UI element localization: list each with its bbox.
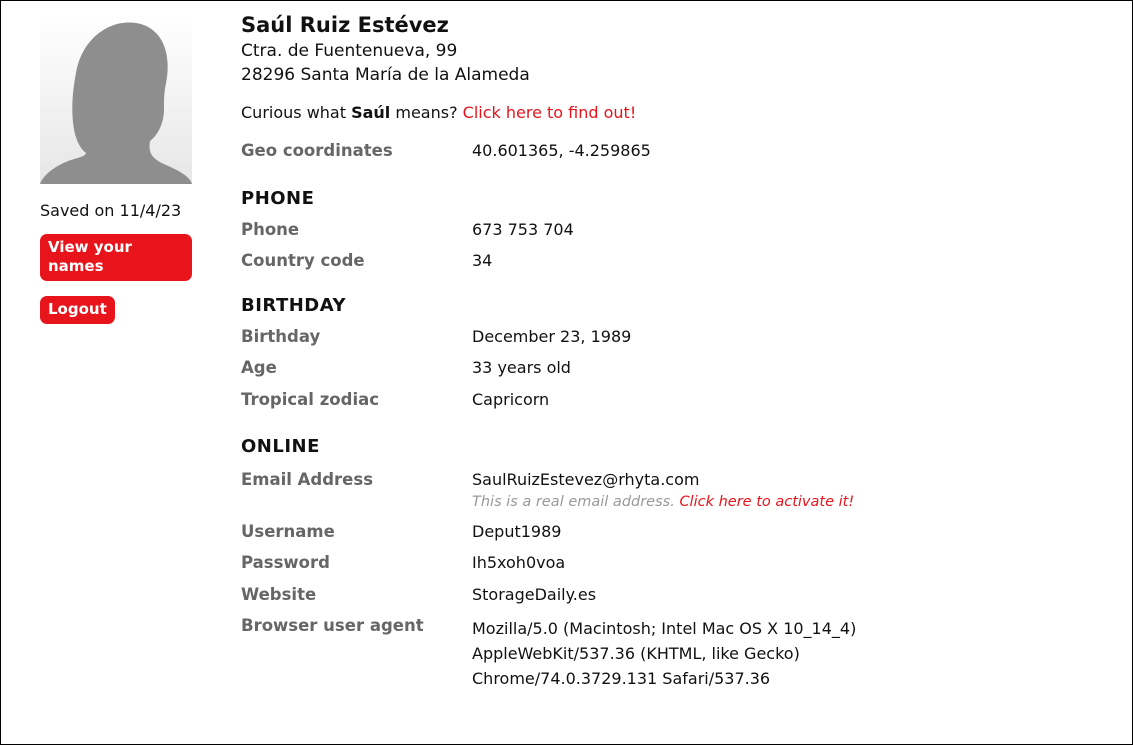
birthday-label: Birthday <box>241 327 321 346</box>
age-label: Age <box>241 358 277 377</box>
age-value: 33 years old <box>472 358 571 377</box>
user-agent-label: Browser user agent <box>241 616 424 635</box>
address-line-1: Ctra. de Fuentenueva, 99 <box>241 41 458 61</box>
username-label: Username <box>241 522 335 541</box>
logout-button[interactable]: Logout <box>40 296 115 324</box>
curious-name: Saúl <box>351 103 391 122</box>
website-label: Website <box>241 585 317 604</box>
website-row: Website StorageDaily.es <box>241 585 1101 616</box>
activate-email-link[interactable]: Click here to activate it! <box>679 494 854 510</box>
phone-section-title: PHONE <box>241 188 315 209</box>
name-meaning-prompt: Curious what Saúl means? Click here to f… <box>241 102 1101 124</box>
saved-date: Saved on 11/4/23 <box>40 201 182 220</box>
geo-row: Geo coordinates 40.601365, -4.259865 <box>241 141 1101 172</box>
address-line-2: 28296 Santa María de la Alameda <box>241 65 530 85</box>
country-code-value: 34 <box>472 251 493 270</box>
email-note-text: This is a real email address. <box>472 494 680 510</box>
email-label: Email Address <box>241 470 374 489</box>
email-note: This is a real email address. Click here… <box>472 494 854 510</box>
person-name: Saúl Ruiz Estévez <box>241 13 449 37</box>
website-value: StorageDaily.es <box>472 585 597 604</box>
curious-suffix: means? <box>390 103 463 122</box>
avatar <box>40 13 192 184</box>
password-row: Password Ih5xoh0voa <box>241 553 1101 585</box>
silhouette-icon <box>40 22 192 184</box>
age-row: Age 33 years old <box>241 358 1101 390</box>
password-value: Ih5xoh0voa <box>472 553 566 572</box>
curious-prefix: Curious what <box>241 103 352 122</box>
country-code-label: Country code <box>241 251 365 270</box>
email-row: Email Address SaulRuizEstevez@rhyta.com … <box>241 470 1101 522</box>
view-names-button[interactable]: View your names <box>40 234 192 281</box>
zodiac-row: Tropical zodiac Capricorn <box>241 390 1101 421</box>
user-agent-line-2: AppleWebKit/537.36 (KHTML, like Gecko) <box>472 644 800 663</box>
find-out-link[interactable]: Click here to find out! <box>463 103 637 122</box>
username-row: Username Deput1989 <box>241 522 1101 553</box>
username-value: Deput1989 <box>472 522 562 541</box>
geo-value-link[interactable]: 40.601365, -4.259865 <box>472 141 651 160</box>
birthday-row: Birthday December 23, 1989 <box>241 327 1101 358</box>
email-value: SaulRuizEstevez@rhyta.com <box>472 470 700 489</box>
profile-main: Saúl Ruiz Estévez Ctra. de Fuentenueva, … <box>241 11 1101 696</box>
phone-label: Phone <box>241 220 300 239</box>
phone-row: Phone 673 753 704 <box>241 220 1101 251</box>
user-agent-line-1: Mozilla/5.0 (Macintosh; Intel Mac OS X 1… <box>472 619 857 638</box>
user-agent-line-3: Chrome/74.0.3729.131 Safari/537.36 <box>472 669 771 688</box>
user-agent-value: Mozilla/5.0 (Macintosh; Intel Mac OS X 1… <box>472 616 856 691</box>
zodiac-label: Tropical zodiac <box>241 390 380 409</box>
online-section-title: ONLINE <box>241 436 320 457</box>
user-agent-row: Browser user agent Mozilla/5.0 (Macintos… <box>241 616 1101 696</box>
country-code-row: Country code 34 <box>241 251 1101 282</box>
password-label: Password <box>241 553 330 572</box>
birthday-value: December 23, 1989 <box>472 327 632 346</box>
birthday-section-title: BIRTHDAY <box>241 295 346 316</box>
geo-label: Geo coordinates <box>241 141 393 160</box>
phone-value: 673 753 704 <box>472 220 574 239</box>
sidebar: Saved on 11/4/23 View your names Logout <box>40 13 192 324</box>
zodiac-value: Capricorn <box>472 390 550 409</box>
